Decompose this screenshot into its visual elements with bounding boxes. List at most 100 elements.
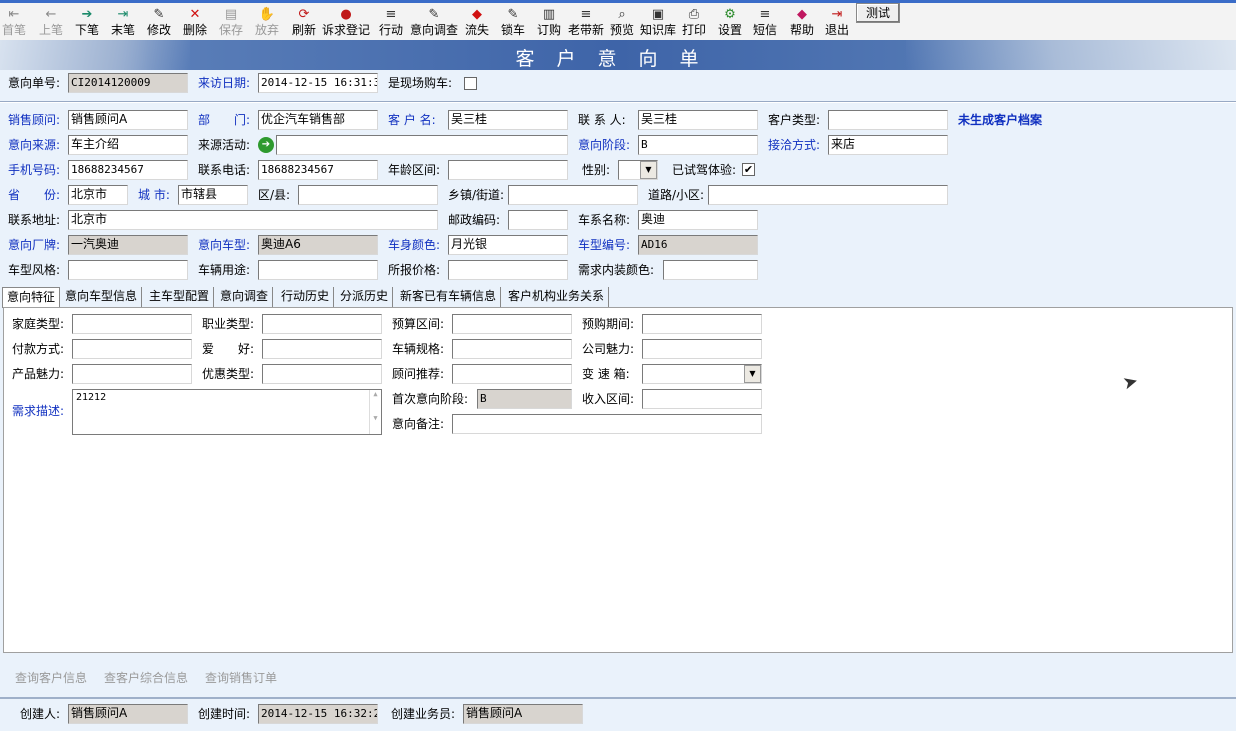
tab-7[interactable]: 客户机构业务关系 bbox=[504, 287, 610, 307]
mobile-field[interactable]: 18688234567 bbox=[68, 160, 188, 180]
toolbar-button-next-record[interactable]: ➔ 下笔 bbox=[75, 6, 99, 40]
contact-person-field[interactable]: 吴三桂 bbox=[638, 110, 758, 130]
first-stage-field[interactable]: B bbox=[477, 389, 572, 409]
company-appeal-field[interactable] bbox=[642, 339, 762, 359]
phone-field[interactable]: 18688234567 bbox=[258, 160, 378, 180]
toolbar-button-refresh[interactable]: ⟳ 刷新 bbox=[292, 6, 316, 40]
purchase-period-field[interactable] bbox=[642, 314, 762, 334]
reception-method-field[interactable]: 来店 bbox=[828, 135, 948, 155]
intent-brand-field[interactable]: 一汽奥迪 bbox=[68, 235, 188, 255]
toolbar-button-complaint-register[interactable]: ● 诉求登记 bbox=[322, 6, 370, 40]
city-field[interactable]: 市辖县 bbox=[178, 185, 248, 205]
vehicle-spec-field[interactable] bbox=[452, 339, 572, 359]
test-button[interactable]: 测试 bbox=[856, 3, 900, 23]
toolbar-button-label: 流失 bbox=[465, 23, 490, 37]
model-code-field[interactable]: AD16 bbox=[638, 235, 758, 255]
body-color-field[interactable]: 月光银 bbox=[448, 235, 568, 255]
go-arrow-icon[interactable]: ➔ bbox=[258, 137, 274, 153]
toolbar-button-exit[interactable]: ⇥ 退出 bbox=[825, 6, 849, 40]
no-profile-link[interactable]: 未生成客户档案 bbox=[958, 110, 1042, 130]
demand-scrollbar[interactable]: ▲ ▼ bbox=[369, 390, 381, 434]
toolbar-button-discard[interactable]: ✋ 放弃 bbox=[255, 6, 279, 40]
creator-label: 创建人: bbox=[20, 707, 61, 721]
sales-advisor-field[interactable]: 销售顾问A bbox=[68, 110, 188, 130]
tab-2[interactable]: 主车型配置 bbox=[145, 287, 215, 307]
district-field[interactable] bbox=[298, 185, 438, 205]
preview-icon: ⌕ bbox=[618, 7, 626, 22]
gender-dropdown-icon[interactable]: ▼ bbox=[640, 161, 657, 179]
toolbar-button-preview[interactable]: ⌕ 预览 bbox=[610, 6, 634, 40]
toolbar-button-referral[interactable]: ≡ 老带新 bbox=[568, 6, 604, 40]
onsite-purchase-checkbox[interactable] bbox=[464, 77, 477, 90]
tab-5[interactable]: 分派历史 bbox=[336, 287, 394, 307]
toolbar-button-save[interactable]: ▤ 保存 bbox=[219, 6, 243, 40]
customer-name-field[interactable]: 吴三桂 bbox=[448, 110, 568, 130]
tab-0[interactable]: 意向特征 bbox=[2, 287, 61, 308]
creator-field[interactable]: 销售顾问A bbox=[68, 704, 188, 724]
first-record-icon: ⇤ bbox=[8, 7, 20, 22]
job-type-field[interactable] bbox=[262, 314, 382, 334]
test-drive-checkbox[interactable]: ✔ bbox=[742, 163, 755, 176]
toolbar-button-survey[interactable]: ✎ 意向调查 bbox=[410, 6, 458, 40]
toolbar-button-first-record[interactable]: ⇤ 首笔 bbox=[2, 6, 26, 40]
advisor-recommend-field[interactable] bbox=[452, 364, 572, 384]
quoted-price-field[interactable] bbox=[448, 260, 568, 280]
toolbar-button-last-record[interactable]: ⇥ 末笔 bbox=[111, 6, 135, 40]
toolbar-button-settings[interactable]: ⚙ 设置 bbox=[718, 6, 742, 40]
toolbar-button-print[interactable]: ⎙ 打印 bbox=[682, 6, 706, 40]
toolbar-button-order[interactable]: ▥ 订购 bbox=[537, 6, 561, 40]
income-range-field[interactable] bbox=[642, 389, 762, 409]
customer-type-field[interactable] bbox=[828, 110, 948, 130]
toolbar-button-edit[interactable]: ✎ 修改 bbox=[147, 6, 171, 40]
town-field[interactable] bbox=[508, 185, 638, 205]
budget-range-field[interactable] bbox=[452, 314, 572, 334]
payment-method-field[interactable] bbox=[72, 339, 192, 359]
toolbar-button-sms[interactable]: ≡ 短信 bbox=[753, 6, 777, 40]
hobby-field[interactable] bbox=[262, 339, 382, 359]
source-activity-field[interactable] bbox=[276, 135, 568, 155]
query-customer-info-link[interactable]: 查询客户信息 bbox=[15, 669, 87, 686]
zip-code-field[interactable] bbox=[508, 210, 568, 230]
tab-1[interactable]: 意向车型信息 bbox=[61, 287, 143, 307]
address-field[interactable]: 北京市 bbox=[68, 210, 438, 230]
discount-type-field[interactable] bbox=[262, 364, 382, 384]
family-type-field[interactable] bbox=[72, 314, 192, 334]
intent-remark-label: 意向备注: bbox=[392, 417, 445, 431]
intent-stage-field[interactable]: B bbox=[638, 135, 758, 155]
toolbar-button-prev-record[interactable]: ← 上笔 bbox=[39, 6, 63, 40]
tab-4[interactable]: 行动历史 bbox=[277, 287, 335, 307]
intent-source-field[interactable]: 车主介绍 bbox=[68, 135, 188, 155]
tab-3[interactable]: 意向调查 bbox=[216, 287, 274, 307]
visit-date-field[interactable]: 2014-12-15 16:31:36 bbox=[258, 73, 378, 93]
toolbar-button-lost[interactable]: ◆ 流失 bbox=[465, 6, 489, 40]
intent-model-field[interactable]: 奥迪A6 bbox=[258, 235, 378, 255]
query-customer-overview-link[interactable]: 查客户综合信息 bbox=[104, 669, 188, 686]
toolbar-button-label: 删除 bbox=[183, 23, 208, 37]
order-no-field[interactable]: CI2014120009 bbox=[68, 73, 188, 93]
created-salesman-field[interactable]: 销售顾问A bbox=[463, 704, 583, 724]
tab-6[interactable]: 新客已有车辆信息 bbox=[396, 287, 502, 307]
lock-car-icon: ✎ bbox=[507, 7, 519, 22]
created-time-field[interactable]: 2014-12-15 16:32:26 bbox=[258, 704, 378, 724]
intent-remark-field[interactable] bbox=[452, 414, 762, 434]
age-range-field[interactable] bbox=[448, 160, 568, 180]
demand-description-textarea[interactable]: 21212 ▲ ▼ bbox=[72, 389, 382, 435]
department-field[interactable]: 优企汽车销售部 bbox=[258, 110, 378, 130]
toolbar-button-help[interactable]: ◆ 帮助 bbox=[790, 6, 814, 40]
interior-color-field[interactable] bbox=[663, 260, 758, 280]
product-appeal-field[interactable] bbox=[72, 364, 192, 384]
toolbar-button-knowledge-base[interactable]: ▣ 知识库 bbox=[640, 6, 676, 40]
car-series-field[interactable]: 奥迪 bbox=[638, 210, 758, 230]
gearbox-dropdown-icon[interactable]: ▼ bbox=[744, 365, 761, 383]
last-record-icon: ⇥ bbox=[117, 7, 129, 22]
vehicle-usage-field[interactable] bbox=[258, 260, 378, 280]
road-field[interactable] bbox=[708, 185, 948, 205]
gearbox-label: 变 速 箱: bbox=[582, 367, 630, 381]
car-style-field[interactable] bbox=[68, 260, 188, 280]
toolbar-button-label: 诉求登记 bbox=[322, 23, 371, 37]
province-field[interactable]: 北京市 bbox=[68, 185, 128, 205]
toolbar-button-delete[interactable]: ✕ 删除 bbox=[183, 6, 207, 40]
toolbar-button-action[interactable]: ≡ 行动 bbox=[379, 6, 403, 40]
query-sales-order-link[interactable]: 查询销售订单 bbox=[205, 669, 277, 686]
toolbar-button-lock-car[interactable]: ✎ 锁车 bbox=[501, 6, 525, 40]
